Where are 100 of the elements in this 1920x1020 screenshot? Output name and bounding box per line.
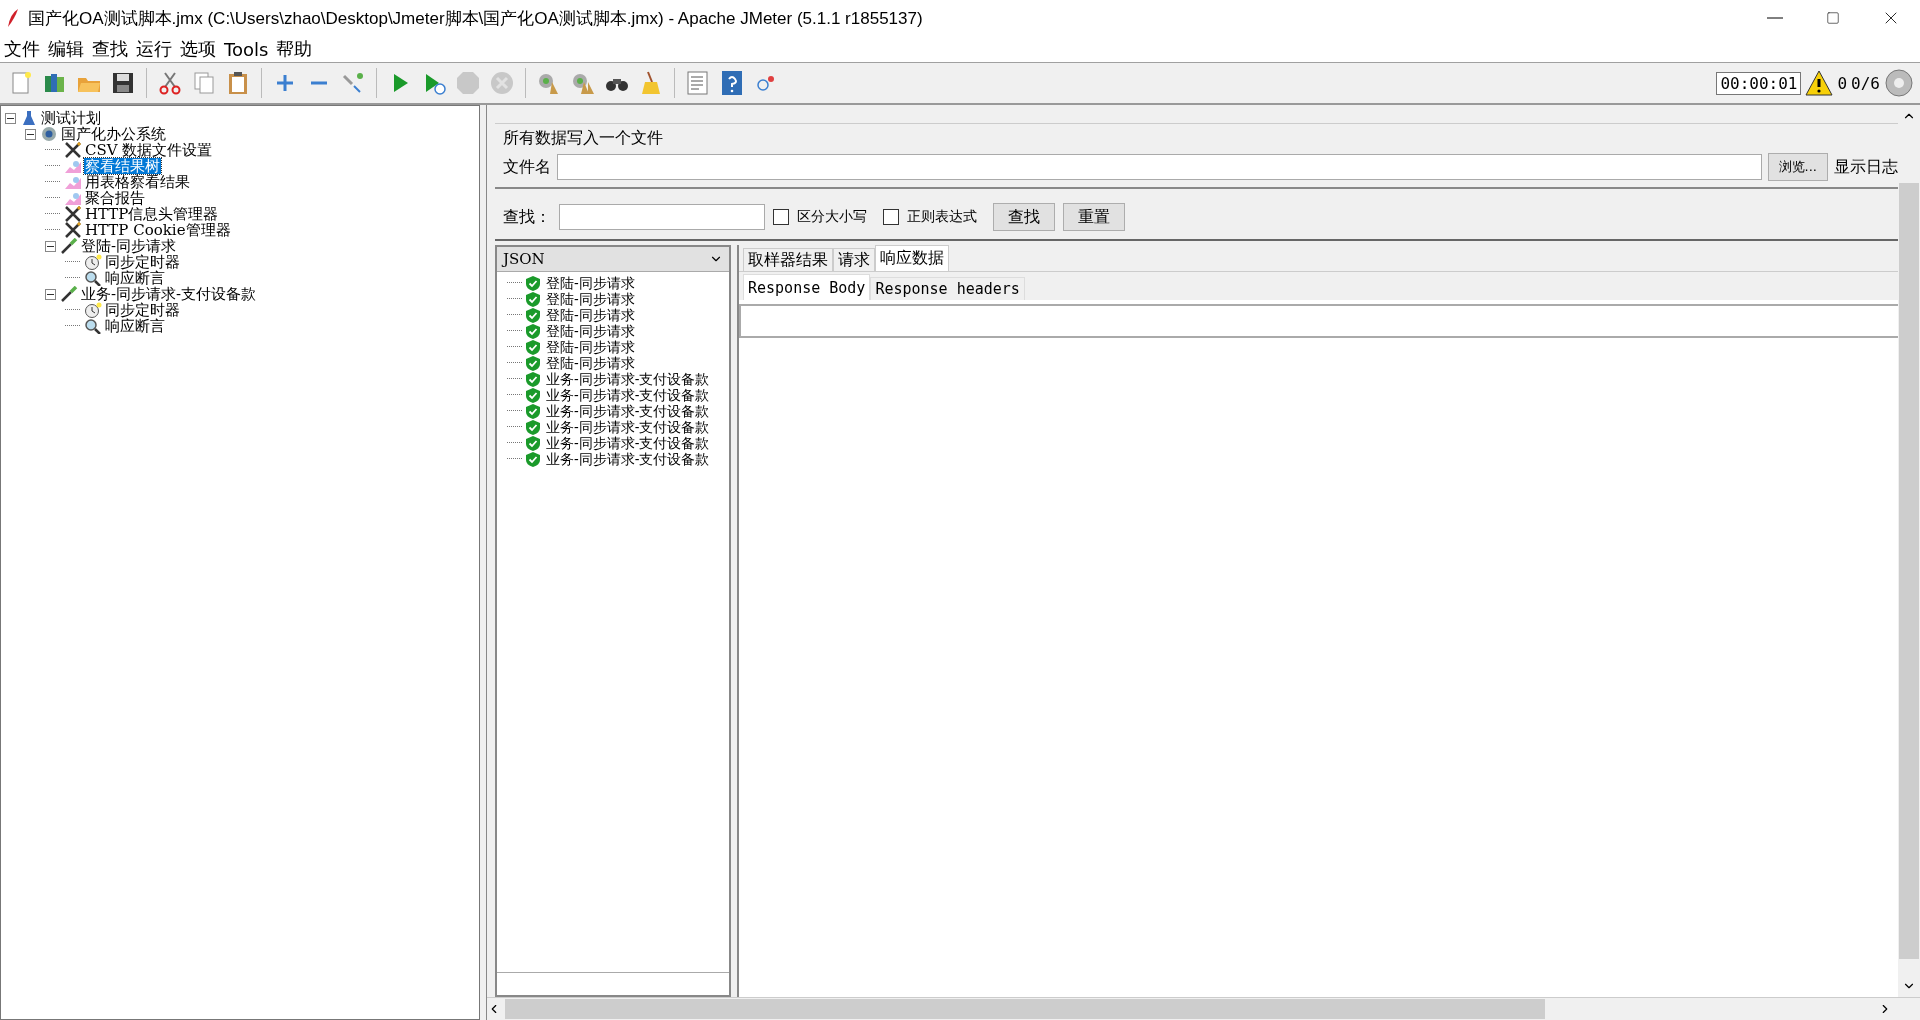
browse-button[interactable]: 浏览... — [1767, 153, 1828, 181]
checkbox[interactable] — [883, 209, 899, 225]
horizontal-scrollbar[interactable] — [487, 997, 1920, 1020]
shield-check-icon — [526, 403, 540, 419]
splitter[interactable] — [480, 105, 487, 1020]
magnifier-icon — [84, 270, 102, 286]
document-list-icon — [685, 70, 711, 96]
result-item[interactable]: 业务-同步请求-支付设备款 — [546, 387, 710, 403]
menu-item[interactable]: Tools — [224, 38, 269, 60]
wrench-icon — [64, 222, 82, 238]
filename-label: 文件名 — [503, 156, 551, 178]
copy-icon — [191, 70, 217, 96]
elapsed-time: 00:00:01 — [1716, 71, 1802, 95]
tree-item[interactable]: 测试计划 — [40, 110, 102, 126]
tree-item[interactable]: 同步定时器 — [104, 254, 181, 270]
tab[interactable]: 取样器结果 — [743, 248, 833, 271]
feather-icon — [6, 8, 20, 28]
tree-item[interactable]: 察看结果树 — [84, 158, 161, 174]
shield-check-icon — [526, 419, 540, 435]
menu-item[interactable]: 选项 — [180, 37, 216, 61]
thread-count: 0/6 — [1851, 73, 1880, 93]
wrench-icon — [64, 142, 82, 158]
flask-icon — [20, 110, 38, 126]
show-log-label: 显示日志 — [1834, 156, 1898, 178]
pipette-icon — [60, 238, 78, 254]
search-field[interactable] — [559, 204, 765, 230]
menu-item[interactable]: 查找 — [92, 37, 128, 61]
shield-check-icon — [526, 371, 540, 387]
restore-icon — [1826, 11, 1840, 25]
tree-item[interactable]: 业务-同步请求-支付设备款 — [80, 286, 258, 302]
menu-item[interactable]: 编辑 — [48, 37, 84, 61]
shield-check-icon — [526, 323, 540, 339]
result-item[interactable]: 登陆-同步请求 — [546, 355, 635, 371]
tree-item[interactable]: 响应断言 — [104, 270, 166, 286]
collapse-toggle[interactable] — [5, 112, 16, 124]
filename-field[interactable] — [557, 154, 1762, 180]
tree-item[interactable]: CSV 数据文件设置 — [84, 142, 214, 158]
shield-check-icon — [526, 291, 540, 307]
warning-icon — [1805, 70, 1834, 96]
shield-check-icon — [526, 451, 540, 467]
collapse-toggle[interactable] — [25, 128, 36, 140]
collapse-toggle[interactable] — [45, 288, 56, 300]
gear-icon — [40, 126, 58, 142]
result-item[interactable]: 业务-同步请求-支付设备款 — [546, 451, 710, 467]
tab[interactable]: Response headers — [870, 277, 1025, 300]
result-item[interactable]: 登陆-同步请求 — [546, 339, 635, 355]
magnifier-icon — [84, 318, 102, 334]
clock-icon — [84, 254, 102, 270]
result-item[interactable]: 登陆-同步请求 — [546, 291, 635, 307]
tree-item[interactable]: 响应断言 — [104, 318, 166, 334]
renderer-dropdown[interactable]: JSON — [497, 247, 729, 272]
wrench-icon — [64, 206, 82, 222]
checkbox-label: 正则表达式 — [907, 208, 977, 226]
x-circle-icon — [489, 70, 515, 96]
search-label: 查找： — [503, 206, 551, 228]
result-item[interactable]: 业务-同步请求-支付设备款 — [546, 403, 710, 419]
minus-icon — [310, 81, 328, 85]
shield-check-icon — [526, 307, 540, 323]
group-legend: 所有数据写入一个文件 — [503, 128, 1898, 149]
tab[interactable]: 请求 — [833, 248, 875, 271]
tree-item[interactable]: HTTP信息头管理器 — [84, 206, 220, 222]
result-item[interactable]: 登陆-同步请求 — [546, 275, 635, 291]
menu-item[interactable]: 文件 — [4, 37, 40, 61]
scissors-icon — [157, 70, 183, 96]
shield-check-icon — [526, 275, 540, 291]
menu-item[interactable]: 运行 — [136, 37, 172, 61]
shield-check-icon — [526, 387, 540, 403]
checkbox-label: 区分大小写 — [797, 208, 867, 226]
clock-icon — [84, 302, 102, 318]
tab[interactable]: 响应数据 — [875, 245, 949, 271]
tree-item[interactable]: 国产化办公系统 — [60, 126, 167, 142]
result-item[interactable]: 业务-同步请求-支付设备款 — [546, 419, 710, 435]
window-title: 国产化OA测试脚本.jmx (C:\Users\zhao\Desktop\Jmeter脚本\国产化OA测试脚本.jmx) - Apache JMeter (5.1.1 r1855137) — [28, 7, 924, 30]
result-item[interactable]: 业务-同步请求-支付设备款 — [546, 435, 710, 451]
chart-icon — [64, 158, 82, 174]
status-icon — [1884, 68, 1914, 98]
save-icon — [110, 70, 136, 96]
chart-icon — [64, 174, 82, 190]
chart-icon — [64, 190, 82, 206]
checkbox[interactable] — [773, 209, 789, 225]
tree-item[interactable]: 同步定时器 — [104, 302, 181, 318]
minimize-icon — [1767, 17, 1783, 19]
help-icon — [719, 70, 745, 96]
menu-item[interactable]: 帮助 — [276, 37, 313, 61]
shield-check-icon — [526, 435, 540, 451]
result-item[interactable]: 业务-同步请求-支付设备款 — [546, 371, 710, 387]
shield-check-icon — [526, 339, 540, 355]
find-button[interactable]: 查找 — [993, 203, 1055, 231]
tree-item[interactable]: 用表格察看结果 — [84, 174, 191, 190]
reset-button[interactable]: 重置 — [1063, 203, 1125, 231]
tab[interactable]: Response Body — [743, 274, 871, 300]
tree-item[interactable]: 登陆-同步请求 — [80, 238, 178, 254]
response-search-field[interactable] — [739, 304, 1898, 338]
stop-icon — [455, 70, 481, 96]
result-item[interactable]: 登陆-同步请求 — [546, 307, 635, 323]
result-item[interactable]: 登陆-同步请求 — [546, 323, 635, 339]
tree-item[interactable]: 聚合报告 — [84, 190, 146, 206]
tree-item[interactable]: HTTP Cookie管理器 — [84, 222, 232, 238]
collapse-toggle[interactable] — [45, 240, 56, 252]
error-count: 0 — [1837, 73, 1848, 93]
